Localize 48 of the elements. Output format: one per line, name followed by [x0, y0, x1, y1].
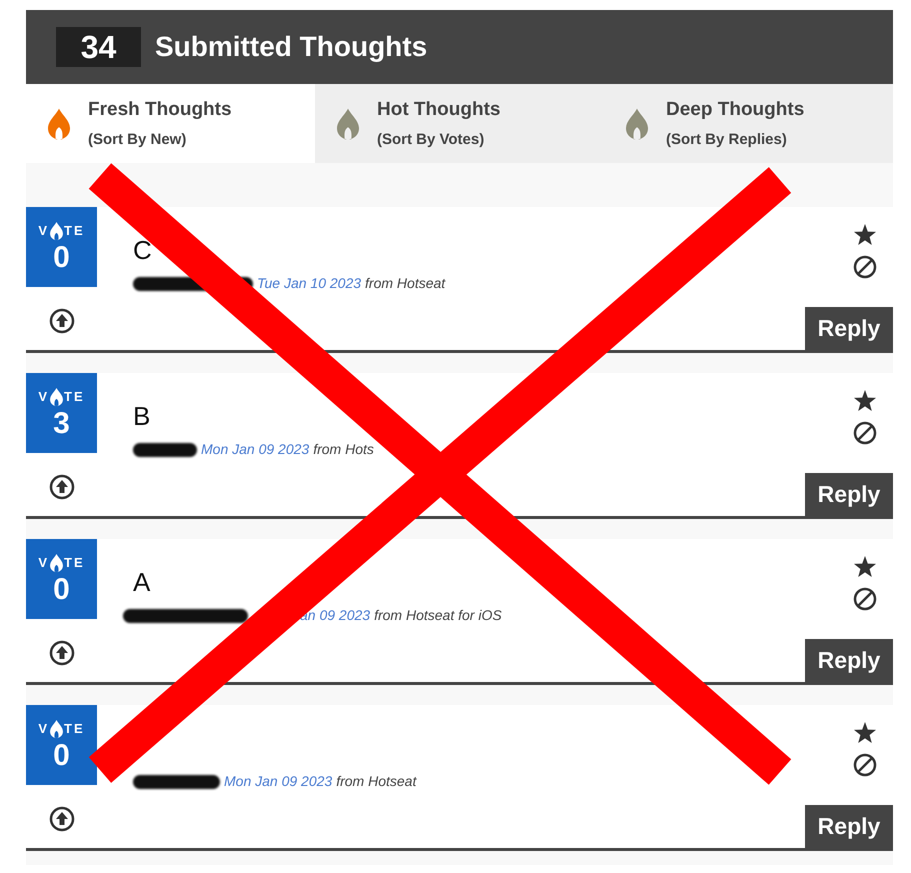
star-icon[interactable]	[853, 721, 877, 746]
vote-count: 0	[53, 572, 70, 606]
vote-count: 3	[53, 406, 70, 440]
flame-icon	[50, 222, 64, 240]
post-source: from Hots	[313, 440, 374, 459]
flame-icon	[337, 108, 359, 140]
vote-label: TE	[64, 720, 85, 738]
upvote-icon[interactable]	[48, 474, 74, 500]
vote-label: V	[38, 554, 50, 572]
vote-count: 0	[53, 240, 70, 274]
upvote-icon[interactable]	[48, 806, 74, 832]
star-icon[interactable]	[853, 389, 877, 414]
flame-icon	[50, 554, 64, 572]
upvote-icon[interactable]	[48, 308, 74, 334]
post-source: from Hotseat	[365, 274, 446, 293]
reply-button[interactable]: Reply	[805, 307, 893, 350]
page-title: Submitted Thoughts	[155, 30, 428, 64]
post-date-link[interactable]: Mon Jan 09 2023	[224, 771, 332, 792]
upvote-icon[interactable]	[48, 640, 74, 666]
vote-label: TE	[64, 388, 85, 406]
flame-icon	[50, 388, 64, 406]
reply-button[interactable]: Reply	[805, 805, 893, 848]
vote-count: 0	[53, 738, 70, 772]
vote-label: TE	[64, 554, 85, 572]
reply-button[interactable]: Reply	[805, 639, 893, 682]
block-icon[interactable]	[853, 753, 877, 778]
star-icon[interactable]	[853, 223, 877, 248]
star-icon[interactable]	[853, 555, 877, 580]
post-source: from Hotseat for iOS	[374, 606, 502, 625]
post-date-link[interactable]: Tue Jan 10 2023	[257, 273, 362, 294]
post-title: B	[133, 400, 152, 433]
block-icon[interactable]	[853, 587, 877, 612]
flame-icon	[50, 720, 64, 738]
count-badge: 34	[56, 27, 141, 67]
vote-label: TE	[64, 222, 85, 240]
vote-label: V	[38, 720, 50, 738]
vote-label: V	[38, 222, 50, 240]
post-title: A	[133, 566, 152, 599]
vote-label: V	[38, 388, 50, 406]
block-icon[interactable]	[853, 255, 877, 280]
flame-icon	[626, 108, 648, 140]
sort-tab[interactable]: Fresh Thoughts (Sort By New)	[26, 84, 315, 163]
block-icon[interactable]	[853, 421, 877, 446]
flame-icon	[48, 108, 70, 140]
reply-button[interactable]: Reply	[805, 473, 893, 516]
post-date-link[interactable]: Mon Jan 09 2023	[201, 439, 310, 460]
post-source: from Hotseat	[336, 772, 416, 791]
post-title: C	[133, 234, 153, 267]
